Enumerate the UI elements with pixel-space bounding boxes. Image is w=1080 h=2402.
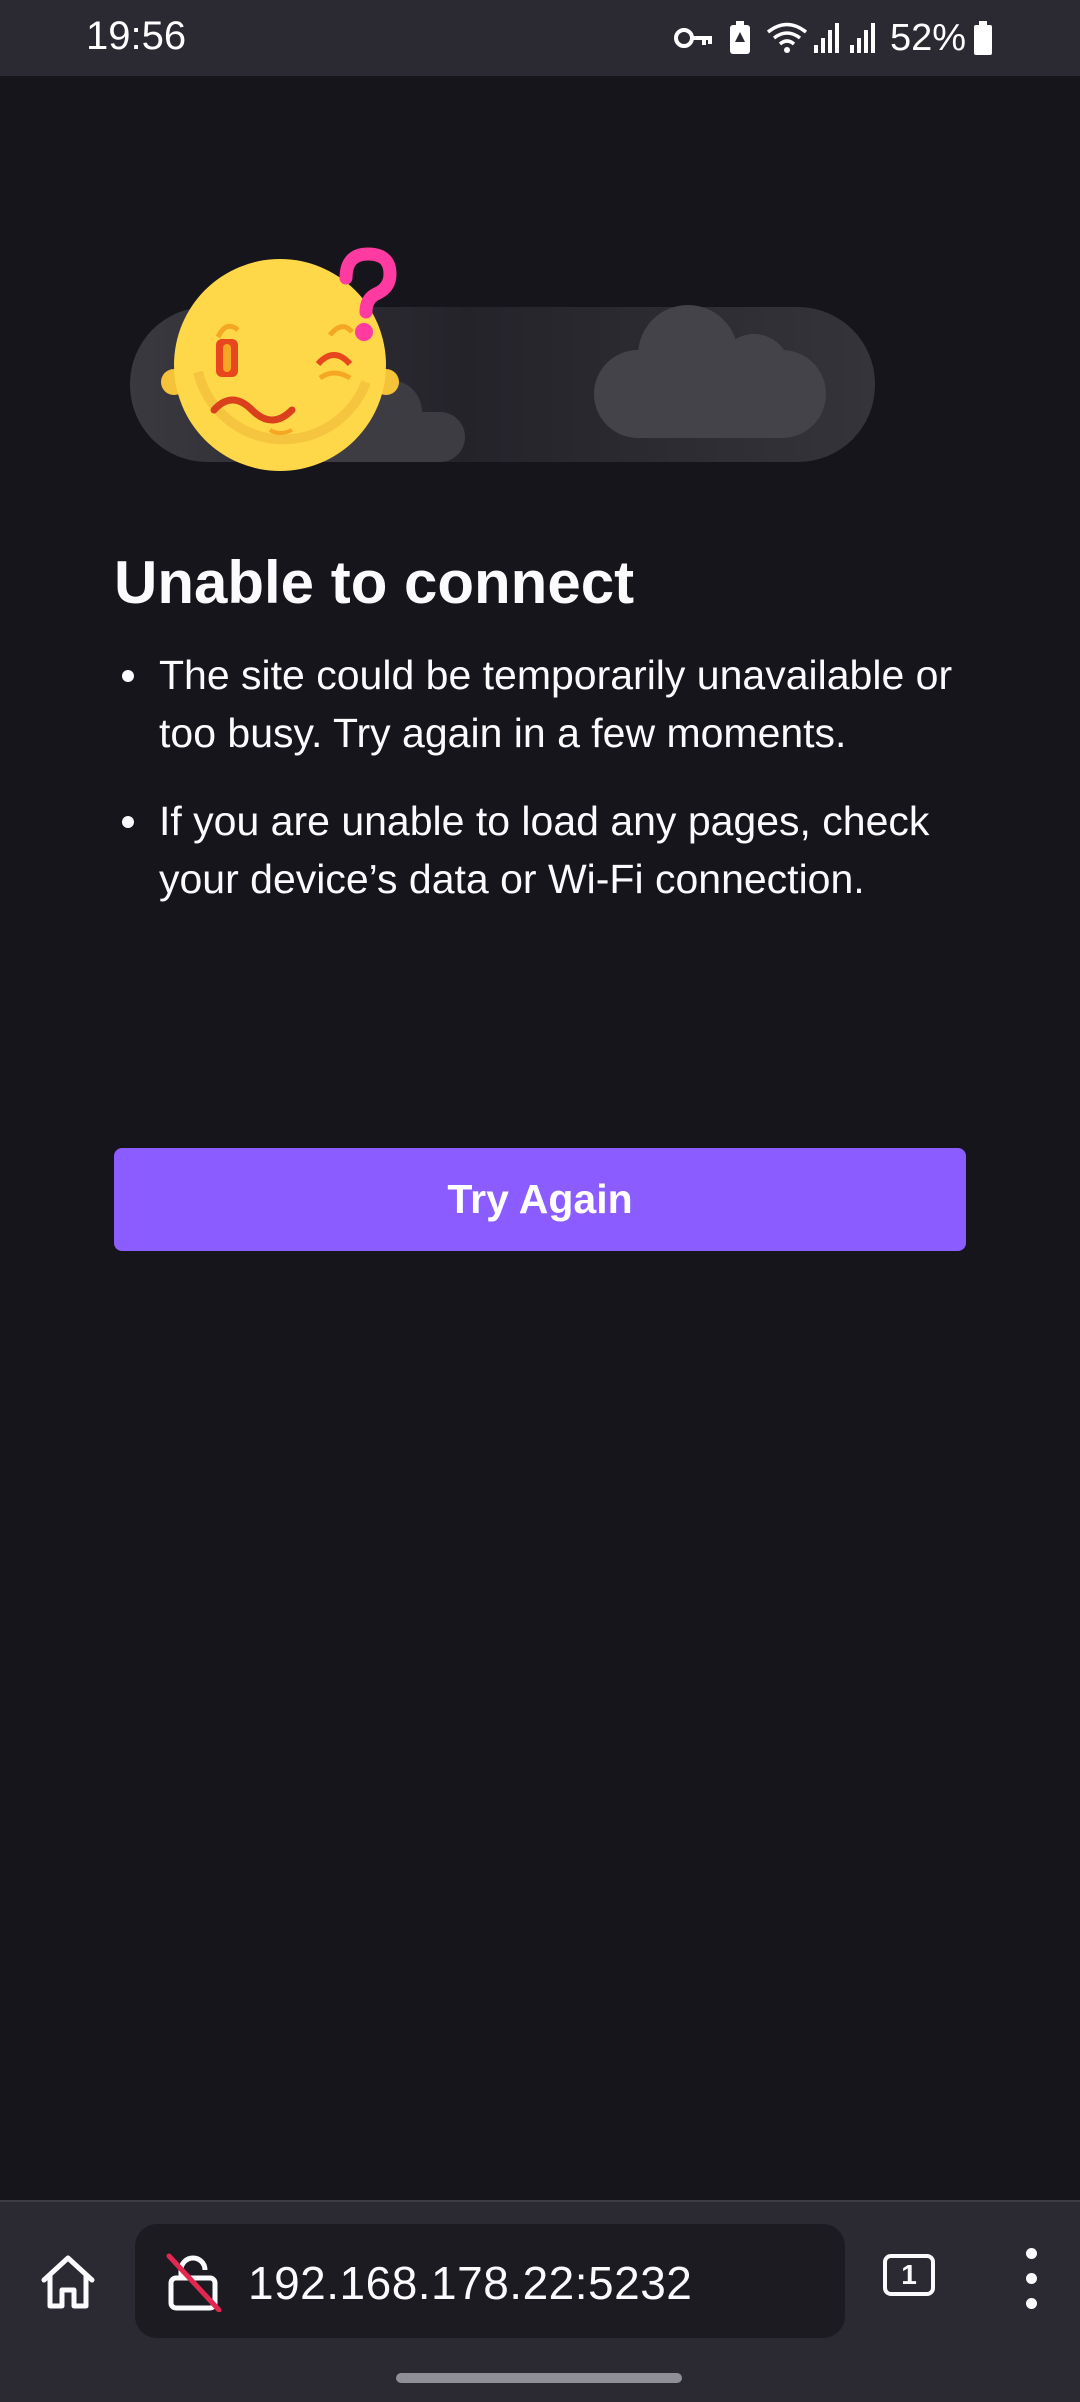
gesture-navigation-bar[interactable]	[396, 2373, 682, 2383]
status-icons: 52%	[673, 14, 994, 62]
battery-saver-icon	[728, 20, 752, 56]
kebab-menu-icon[interactable]	[1016, 2248, 1046, 2310]
battery-icon	[972, 20, 994, 56]
confused-face-illustration	[120, 172, 880, 497]
battery-percentage: 52%	[889, 16, 966, 59]
try-again-button[interactable]: Try Again	[114, 1148, 966, 1251]
list-item-text: If you are unable to load any pages, che…	[159, 798, 930, 902]
vpn-key-icon	[673, 23, 716, 53]
insecure-lock-icon[interactable]	[163, 2252, 223, 2317]
bullet-icon	[122, 670, 134, 682]
list-item-text: The site could be temporarily unavailabl…	[159, 652, 953, 756]
home-button[interactable]	[36, 2250, 100, 2314]
tabs-button[interactable]: 1	[883, 2254, 935, 2296]
signal-icon	[848, 21, 878, 55]
bottom-toolbar: 192.168.178.22:5232 1	[0, 2200, 1080, 2402]
url-text[interactable]: 192.168.178.22:5232	[248, 2256, 692, 2310]
error-reasons-list: The site could be temporarily unavailabl…	[114, 646, 974, 938]
signal-icon	[812, 21, 842, 55]
url-bar[interactable]: 192.168.178.22:5232	[135, 2224, 845, 2338]
list-item: If you are unable to load any pages, che…	[114, 792, 974, 908]
status-time: 19:56	[86, 14, 187, 58]
wifi-icon	[766, 21, 808, 55]
home-icon	[41, 2255, 95, 2309]
bullet-icon	[122, 816, 134, 828]
page-title: Unable to connect	[114, 549, 635, 616]
status-bar: 19:56 52%	[0, 0, 1080, 76]
list-item: The site could be temporarily unavailabl…	[114, 646, 974, 762]
error-page: Unable to connect The site could be temp…	[0, 76, 1080, 2200]
